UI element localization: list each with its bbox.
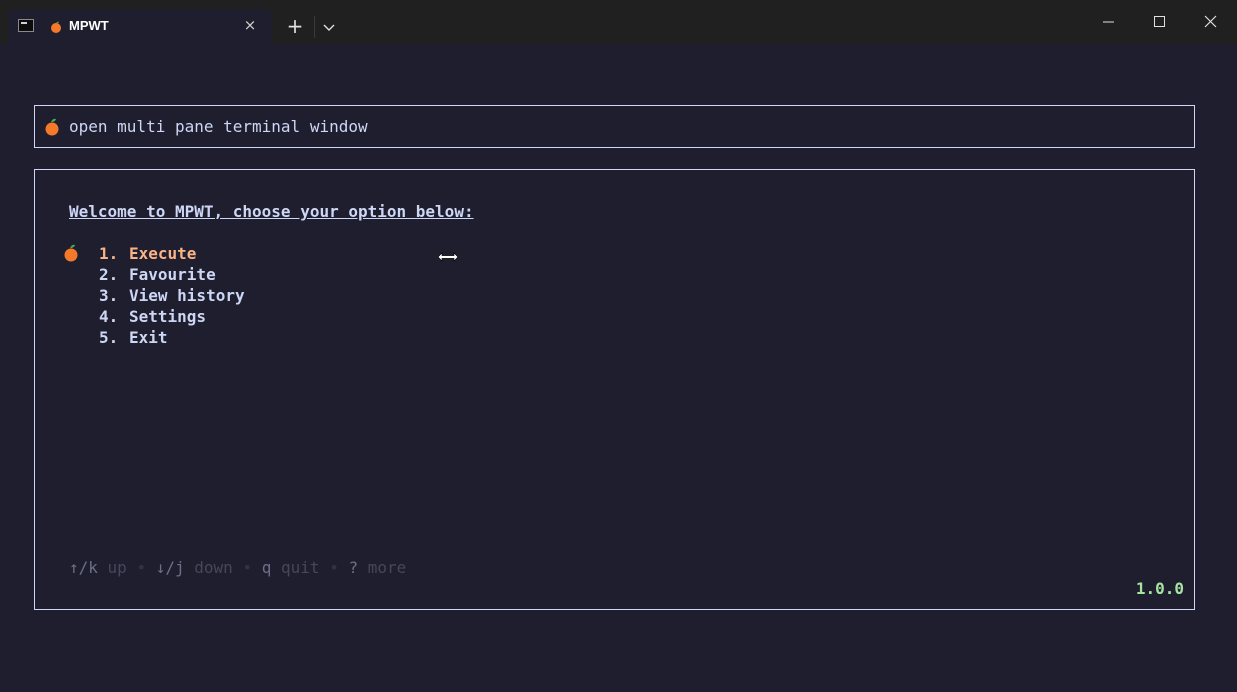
help-quit-desc: quit (281, 558, 320, 577)
help-down-key: ↓/j (155, 558, 185, 577)
help-up-desc: up (107, 558, 127, 577)
help-separator: • (136, 558, 147, 577)
menu-item-exit[interactable]: 5. Exit (99, 327, 245, 348)
tab-separator (314, 16, 315, 38)
help-separator: • (242, 558, 253, 577)
menu-item-label: Favourite (129, 265, 216, 284)
menu-item-number: 1. (99, 244, 119, 263)
title-bar: MPWT × + (0, 0, 1237, 44)
selection-cursor-orange-icon (64, 244, 78, 262)
menu-item-number: 2. (99, 265, 119, 284)
help-quit-key: q (261, 558, 272, 577)
help-down-desc: down (194, 558, 233, 577)
menu-item-label: Settings (129, 307, 207, 326)
version-label: 1.0.0 (1135, 579, 1184, 598)
chevron-down-icon[interactable] (318, 16, 340, 38)
orange-icon (51, 21, 61, 33)
command-prompt-box[interactable]: open multi pane terminal window (34, 105, 1195, 148)
command-text: open multi pane terminal window (69, 117, 368, 136)
keybinding-help: ↑/k up • ↓/j down • q quit • ? more (69, 558, 406, 577)
menu-item-favourite[interactable]: 2. Favourite (99, 264, 245, 285)
close-tab-icon[interactable]: × (240, 15, 260, 35)
menu-item-number: 3. (99, 286, 119, 305)
tab-title: MPWT (69, 18, 109, 33)
menu-item-execute[interactable]: 1. Execute (99, 243, 245, 264)
menu-item-number: 4. (99, 307, 119, 326)
help-more-desc: more (367, 558, 407, 577)
minimize-icon[interactable] (1084, 0, 1134, 44)
help-more-key: ? (348, 558, 359, 577)
menu-item-number: 5. (99, 328, 119, 347)
menu-item-label: View history (129, 286, 245, 305)
menu-list: 1. Execute 2. Favourite 3. View history 4. S… (99, 243, 245, 348)
menu-item-label: Execute (129, 244, 197, 263)
tab-mpwt[interactable]: MPWT × (8, 9, 272, 44)
menu-item-view-history[interactable]: 3. View history (99, 285, 245, 306)
menu-panel: Welcome to MPWT, choose your option belo… (34, 169, 1195, 610)
maximize-icon[interactable] (1135, 0, 1185, 44)
help-up-key: ↑/k (69, 558, 98, 577)
resize-cursor-icon (437, 252, 459, 262)
new-tab-button[interactable]: + (283, 14, 307, 38)
welcome-heading: Welcome to MPWT, choose your option belo… (69, 202, 474, 221)
menu-item-label: Exit (129, 328, 168, 347)
orange-icon (45, 118, 59, 136)
menu-item-settings[interactable]: 4. Settings (99, 306, 245, 327)
terminal-icon (18, 19, 34, 32)
close-window-icon[interactable] (1186, 0, 1236, 44)
help-separator: • (329, 558, 339, 577)
